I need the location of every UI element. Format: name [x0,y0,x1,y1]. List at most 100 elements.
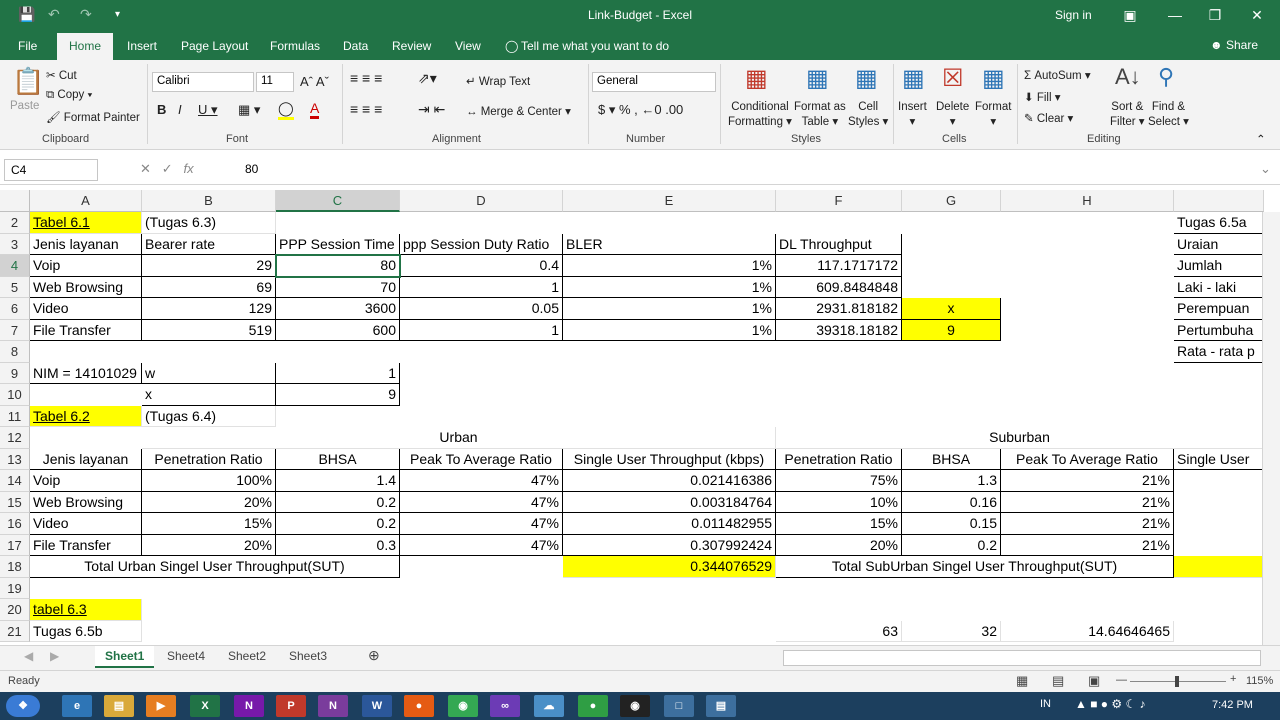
cell[interactable]: 0.4 [400,255,563,277]
cell[interactable]: 20% [142,534,276,556]
autosum-button[interactable]: Σ AutoSum ▾ [1024,68,1091,82]
expand-formula-icon[interactable]: ⌄ [1260,161,1271,177]
cell[interactable]: 21% [1001,534,1174,556]
row-header[interactable]: 18 [0,556,30,578]
cell[interactable]: 117.1717172 [776,255,902,277]
row-header[interactable]: 11 [0,405,30,427]
sign-in-link[interactable]: Sign in [1055,8,1092,22]
cell[interactable]: 1% [563,276,776,298]
wrap-text-button[interactable]: ↵ Wrap Text [466,74,530,88]
scroll-left-icon[interactable]: ◀ [24,649,33,663]
cell[interactable]: Penetration Ratio [776,448,902,470]
onenote-alt-icon[interactable]: N [318,695,348,717]
tab-view[interactable]: View [455,39,481,53]
cell[interactable]: 1% [563,319,776,341]
zoom-in-icon[interactable]: + [1230,673,1236,685]
new-sheet-icon[interactable]: ⊕ [368,647,380,664]
sort-filter-button[interactable]: Sort & Filter ▾ [1110,100,1145,130]
cell[interactable]: (Tugas 6.4) [142,405,276,427]
row-header[interactable]: 13 [0,448,30,470]
ribbon-display-icon[interactable]: ▣ [1115,4,1145,26]
column-header[interactable]: H [1001,190,1174,212]
column-header[interactable]: G [902,190,1001,212]
cell[interactable]: Web Browsing [30,491,142,513]
cell[interactable]: Peak To Average Ratio [400,448,563,470]
explorer-icon[interactable]: ▤ [104,695,134,717]
column-header[interactable]: F [776,190,902,212]
cell[interactable]: 80 [276,255,400,277]
cell[interactable]: Urban [142,427,776,449]
cell[interactable]: 47% [400,491,563,513]
column-header[interactable]: E [563,190,776,212]
cell[interactable]: 63 [776,620,902,642]
row-header[interactable]: 14 [0,470,30,492]
row-header[interactable]: 17 [0,534,30,556]
cell[interactable]: File Transfer [30,534,142,556]
row-header[interactable]: 5 [0,276,30,298]
cell[interactable]: 0.05 [400,298,563,320]
cell[interactable]: 1 [276,362,400,384]
format-as-table-icon[interactable]: ▦ [806,64,829,93]
cell[interactable]: 1 [400,319,563,341]
cell[interactable]: 20% [142,491,276,513]
formula-input[interactable]: 80 [245,162,258,176]
cell[interactable]: 0.344076529 [563,556,776,578]
cell[interactable]: Peak To Average Ratio [1001,448,1174,470]
zoom-out-icon[interactable]: — [1116,674,1127,686]
cell[interactable]: 21% [1001,470,1174,492]
ie-icon[interactable]: e [62,695,92,717]
cell[interactable]: Tugas 6.5a [1174,212,1264,234]
row-header[interactable]: 6 [0,298,30,320]
cell[interactable]: 600 [276,319,400,341]
cell[interactable]: 47% [400,534,563,556]
orientation-icon[interactable]: ⇗▾ [418,70,437,87]
firefox-icon[interactable]: ● [404,695,434,717]
cell[interactable]: 0.16 [902,491,1001,513]
left-align-icon[interactable]: ≡ ≡ ≡ [350,101,382,117]
cell[interactable]: Suburban [776,427,1264,449]
cell[interactable]: 15% [142,513,276,535]
tab-home[interactable]: Home [57,33,114,60]
cell[interactable]: BHSA [902,448,1001,470]
horizontal-scrollbar[interactable] [783,650,1261,666]
row-header[interactable]: 8 [0,341,30,363]
bold-icon[interactable]: B [157,102,166,117]
cell[interactable]: Pertumbuha [1174,319,1264,341]
sheet-tab-sheet3[interactable]: Sheet3 [289,649,327,663]
cell[interactable]: 0.3 [276,534,400,556]
excel-icon[interactable]: X [190,695,220,717]
select-all-corner[interactable] [0,190,30,212]
app-icon[interactable]: ☁ [534,695,564,717]
cell[interactable]: Total Urban Singel User Throughput(SUT) [30,556,400,578]
cut-button[interactable]: ✂ Cut [46,68,77,82]
window-alt-icon[interactable]: ▤ [706,695,736,717]
cell[interactable]: Rata - rata p [1174,341,1264,363]
column-header[interactable]: C [276,190,400,212]
row-header[interactable]: 9 [0,362,30,384]
tray-icons[interactable]: ▲ ■ ● ⚙ ☾ ♪ [1075,697,1146,711]
camera-icon[interactable]: ◉ [620,695,650,717]
font-color-icon[interactable]: A [310,100,320,119]
row-header[interactable]: 12 [0,427,30,449]
cell[interactable]: Single User [1174,448,1264,470]
cell[interactable]: 0.011482955 [563,513,776,535]
cell[interactable]: 1.3 [902,470,1001,492]
cell[interactable]: Video [30,513,142,535]
cell[interactable]: 0.2 [276,491,400,513]
cell[interactable]: 1% [563,255,776,277]
paste-button[interactable]: Paste [10,100,39,112]
cell[interactable]: PPP Session Time [276,233,400,255]
conditional-formatting-icon[interactable]: ▦ [745,64,768,93]
name-box[interactable]: C4 [4,159,98,181]
cell[interactable]: 15% [776,513,902,535]
cell[interactable]: NIM = 14101029 [30,362,142,384]
conditional-formatting-button[interactable]: Conditional Formatting ▾ [728,100,792,130]
cell[interactable]: 70 [276,276,400,298]
merge-center-button[interactable]: ↔ Merge & Center ▾ [466,104,571,118]
delete-cells-icon[interactable]: ☒ [942,64,964,93]
cell[interactable]: Video [30,298,142,320]
cell[interactable]: 21% [1001,491,1174,513]
page-layout-view-icon[interactable]: ▤ [1052,673,1064,689]
cell[interactable]: 9 [276,384,400,406]
cell[interactable]: 2931.818182 [776,298,902,320]
